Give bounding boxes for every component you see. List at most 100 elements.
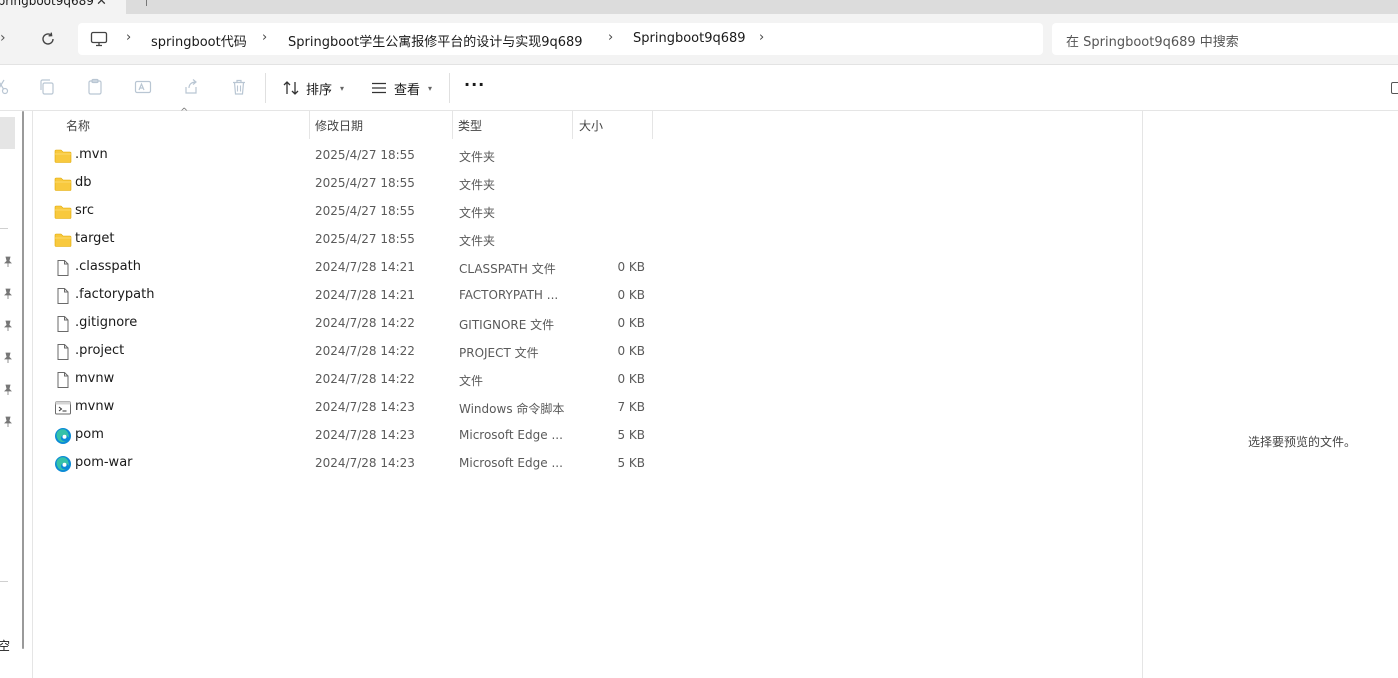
file-size: 0 KB [617, 344, 645, 358]
sort-ascending-icon: ^ [180, 107, 189, 118]
file-row[interactable]: .mvn 2025/4/27 18:55 文件夹 [33, 142, 653, 170]
file-name: .gitignore [75, 315, 138, 330]
file-type: 文件 [459, 374, 484, 388]
breadcrumb-separator[interactable]: › [608, 30, 613, 45]
sort-label: 排序 [306, 82, 333, 98]
column-divider[interactable] [652, 111, 653, 139]
cut-icon[interactable] [0, 78, 10, 96]
file-row[interactable]: .project 2024/7/28 14:22 PROJECT 文件 0 KB [33, 338, 653, 366]
tab-title: Springboot9q689 [0, 0, 94, 8]
tab-explorer[interactable]: Springboot9q689 ✕ [0, 0, 126, 14]
pin-icon[interactable] [3, 416, 13, 428]
file-name: pom [75, 427, 104, 442]
file-row[interactable]: pom 2024/7/28 14:23 Microsoft Edge ... 5 KB [33, 422, 653, 450]
search-box[interactable]: 在 Springboot9q689 中搜索 [1052, 23, 1398, 55]
nav-divider [0, 581, 8, 582]
file-row[interactable]: mvnw 2024/7/28 14:23 Windows 命令脚本 7 KB [33, 394, 653, 422]
file-list: ^ 名称 修改日期 类型 大小 .mvn 2025/4/27 18:55 文件夹 db… [33, 107, 1142, 678]
pin-icon[interactable] [3, 384, 13, 396]
pin-icon[interactable] [3, 288, 13, 300]
file-row[interactable]: target 2025/4/27 18:55 文件夹 [33, 226, 653, 254]
file-size: 0 KB [617, 288, 645, 302]
file-type: 文件夹 [459, 234, 496, 248]
file-row[interactable]: mvnw 2024/7/28 14:22 文件 0 KB [33, 366, 653, 394]
pin-icon[interactable] [3, 320, 13, 332]
nav-scrollbar[interactable] [22, 111, 24, 649]
folder-icon [54, 231, 72, 249]
file-type: 文件夹 [459, 178, 496, 192]
file-size: 0 KB [617, 372, 645, 386]
share-icon[interactable] [182, 78, 200, 96]
sort-icon [283, 81, 299, 95]
sort-button[interactable]: 排序 ▾ [282, 75, 344, 101]
file-row[interactable]: .factorypath 2024/7/28 14:21 FACTORYPATH .… [33, 282, 653, 310]
file-row[interactable]: db 2025/4/27 18:55 文件夹 [33, 170, 653, 198]
file-row[interactable]: pom-war 2024/7/28 14:23 Microsoft Edge ...… [33, 450, 653, 478]
breadcrumb-current-folder[interactable]: Springboot9q689 [633, 31, 746, 46]
breadcrumb-separator[interactable]: › [126, 30, 131, 45]
up-arrow-icon[interactable]: › [0, 30, 6, 46]
breadcrumb-separator[interactable]: › [759, 30, 764, 45]
column-header-name[interactable]: 名称 [66, 117, 90, 134]
navigation-pane: 空 [0, 111, 33, 678]
column-divider[interactable] [452, 111, 453, 139]
chevron-down-icon: ▾ [340, 83, 345, 93]
file-name: pom-war [75, 455, 133, 470]
file-size: 5 KB [617, 456, 645, 470]
view-button[interactable]: 查看 ▾ [370, 75, 432, 101]
folder-icon [54, 147, 72, 165]
file-row[interactable]: .gitignore 2024/7/28 14:22 GITIGNORE 文件 0 K… [33, 310, 653, 338]
breadcrumb-separator[interactable]: › [262, 30, 267, 45]
address-bar[interactable]: › springboot代码 › Springboot学生公寓报修平台的设计与实… [78, 23, 1043, 55]
nav-selected-item[interactable] [0, 117, 15, 149]
column-header-type[interactable]: 类型 [458, 117, 482, 134]
file-type: Windows 命令脚本 [459, 402, 565, 416]
file-icon [54, 287, 72, 305]
file-name: src [75, 203, 94, 218]
file-name: target [75, 231, 115, 246]
file-icon [54, 371, 72, 389]
breadcrumb-springboot-code[interactable]: springboot代码 [151, 31, 247, 50]
file-icon [54, 315, 72, 333]
nav-item-label[interactable]: 空 [0, 637, 10, 654]
delete-icon[interactable] [230, 78, 248, 96]
pin-icon[interactable] [3, 352, 13, 364]
this-pc-icon[interactable] [90, 31, 108, 47]
file-date-modified: 2025/4/27 18:55 [315, 232, 415, 246]
file-row[interactable]: src 2025/4/27 18:55 文件夹 [33, 198, 653, 226]
file-type: Microsoft Edge ... [459, 456, 563, 470]
column-header-date[interactable]: 修改日期 [315, 117, 363, 134]
file-date-modified: 2025/4/27 18:55 [315, 204, 415, 218]
file-date-modified: 2024/7/28 14:22 [315, 344, 415, 358]
nav-divider [0, 228, 8, 229]
tab-strip: Springboot9q689 ✕ [0, 0, 1398, 14]
more-options-button[interactable]: ··· [464, 75, 485, 94]
script-icon [54, 399, 72, 417]
refresh-icon[interactable] [38, 29, 58, 49]
file-icon [54, 343, 72, 361]
file-size: 0 KB [617, 260, 645, 274]
pin-icon[interactable] [3, 256, 13, 268]
file-date-modified: 2024/7/28 14:23 [315, 456, 415, 470]
column-divider[interactable] [309, 111, 310, 139]
new-tab-icon[interactable] [146, 0, 147, 6]
address-row: › › springboot代码 › Springboot学生公寓报修平台的设计… [0, 14, 1398, 65]
details-pane-icon[interactable] [1391, 82, 1398, 94]
file-row[interactable]: .classpath 2024/7/28 14:21 CLASSPATH 文件 0 K… [33, 254, 653, 282]
file-name: db [75, 175, 92, 190]
file-date-modified: 2024/7/28 14:21 [315, 288, 415, 302]
breadcrumb-project-folder[interactable]: Springboot学生公寓报修平台的设计与实现9q689 [288, 31, 583, 50]
file-icon [54, 259, 72, 277]
file-name: .project [75, 343, 125, 358]
tab-close-icon[interactable]: ✕ [96, 0, 107, 9]
file-name: mvnw [75, 399, 115, 414]
file-date-modified: 2024/7/28 14:23 [315, 400, 415, 414]
rename-icon[interactable] [134, 78, 152, 96]
file-type: PROJECT 文件 [459, 346, 539, 360]
file-date-modified: 2024/7/28 14:22 [315, 316, 415, 330]
paste-icon[interactable] [86, 78, 104, 96]
file-date-modified: 2024/7/28 14:21 [315, 260, 415, 274]
column-divider[interactable] [572, 111, 573, 139]
copy-icon[interactable] [38, 78, 56, 96]
column-header-size[interactable]: 大小 [579, 117, 603, 134]
